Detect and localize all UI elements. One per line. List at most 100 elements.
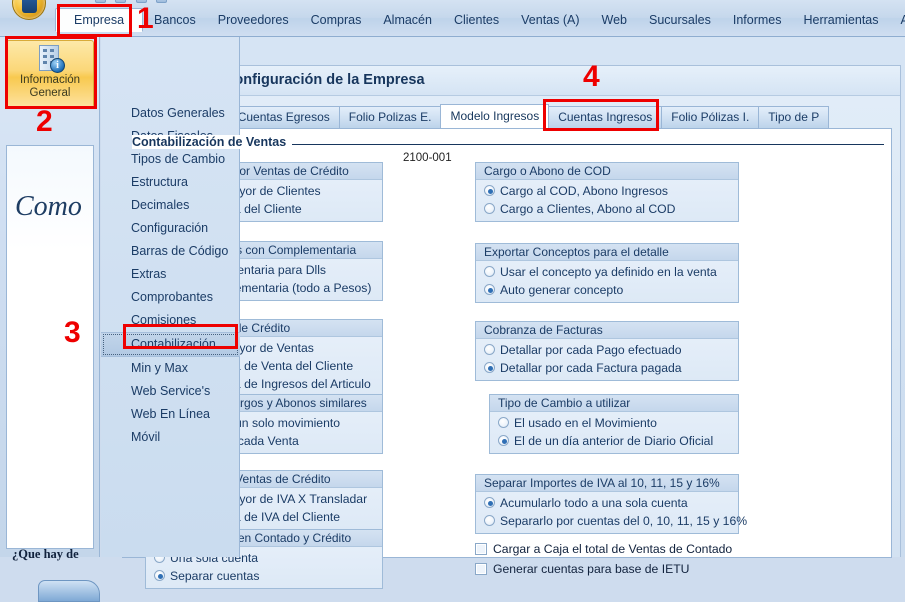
- sidebar-item-m-vil[interactable]: Móvil: [101, 426, 240, 449]
- group-body: Cargo al COD, Abono Ingresos Cargo a Clie…: [476, 180, 738, 221]
- qat-button-1[interactable]: [95, 0, 106, 3]
- sidebar-item-contabilizaci-n[interactable]: Contabilización: [101, 332, 240, 357]
- radio-option-label: Separarlo por cuentas del 0, 10, 11, 15 …: [500, 514, 748, 528]
- radio-option[interactable]: Separarlo por cuentas del 0, 10, 11, 15 …: [476, 512, 747, 530]
- sidebar-item-configuraci-n[interactable]: Configuración: [101, 217, 240, 240]
- group-title: Exportar Conceptos para el detalle: [476, 244, 738, 261]
- settings-nav-column: Datos GeneralesDatos FiscalesTipos de Ca…: [101, 37, 240, 557]
- sidebar-item-min-y-max[interactable]: Min y Max: [101, 357, 240, 380]
- radio-unselected-icon[interactable]: [484, 344, 495, 355]
- radio-option-label: Detallar por cada Pago efectuado: [500, 343, 682, 357]
- group-title: Separar Importes de IVA al 10, 11, 15 y …: [476, 475, 738, 492]
- checkbox-unchecked-icon[interactable]: [475, 563, 487, 575]
- group-title: Cobranza de Facturas: [476, 322, 738, 339]
- sidebar-item-decimales[interactable]: Decimales: [101, 194, 240, 217]
- menu-item-sucursales[interactable]: Sucursales: [638, 8, 722, 32]
- sidebar-item-extras[interactable]: Extras: [101, 263, 240, 286]
- radio-option[interactable]: Cargo al COD, Abono Ingresos: [476, 182, 738, 200]
- annotation-number-4: 4: [583, 60, 600, 93]
- radio-option-label: El de un día anterior de Diario Oficial: [514, 434, 714, 448]
- annotation-number-3: 3: [64, 316, 81, 349]
- radio-option[interactable]: Detallar por cada Factura pagada: [476, 359, 738, 377]
- group-exportar-conceptos-para-el-detalle: Exportar Conceptos para el detalle Usar e…: [475, 243, 739, 303]
- group-cobranza-de-facturas: Cobranza de Facturas Detallar por cada Pa…: [475, 321, 739, 381]
- radio-unselected-icon[interactable]: [484, 203, 495, 214]
- group-separar-importes-de-iva-al-10-11-15-y-16: Separar Importes de IVA al 10, 11, 15 y …: [475, 474, 747, 534]
- qat-button-2[interactable]: [115, 0, 127, 3]
- group-body: El usado en el Movimiento El de un día an…: [490, 412, 738, 453]
- radio-unselected-icon[interactable]: [484, 266, 495, 277]
- checkbox-option[interactable]: Cargar a Caja el total de Ventas de Cont…: [475, 539, 755, 559]
- checkbox-label: Generar cuentas para base de IETU: [493, 562, 690, 576]
- quick-access-toolbar[interactable]: [95, 0, 173, 6]
- group-title: Tipo de Cambio a utilizar: [490, 395, 738, 412]
- radio-option[interactable]: Cargo a Clientes, Abono al COD: [476, 200, 738, 218]
- checkbox-unchecked-icon[interactable]: [475, 543, 487, 555]
- office-orb-icon[interactable]: [12, 0, 46, 20]
- menu-item-compras[interactable]: Compras: [300, 8, 373, 32]
- radio-option[interactable]: Acumularlo todo a una sola cuenta: [476, 494, 738, 512]
- sidebar-item-datos-generales[interactable]: Datos Generales: [101, 102, 240, 125]
- sidebar-item-web-service-s[interactable]: Web Service's: [101, 380, 240, 403]
- tab-cuentas-ingresos[interactable]: Cuentas Ingresos: [548, 106, 663, 129]
- radio-selected-icon[interactable]: [498, 435, 509, 446]
- section-title: Contabilización de Ventas: [132, 135, 293, 149]
- radio-selected-icon[interactable]: [484, 284, 495, 295]
- radio-option-label: Usar el concepto ya definido en la venta: [500, 265, 717, 279]
- group-body: Usar el concepto ya definido en la venta…: [476, 261, 738, 302]
- annotation-number-1: 1: [137, 2, 154, 35]
- menu-item-herramientas[interactable]: Herramientas: [792, 8, 889, 32]
- sidebar-item-tipos-de-cambio[interactable]: Tipos de Cambio: [101, 148, 240, 171]
- group-cargo-o-abono-de-cod: Cargo o Abono de COD Cargo al COD, Abono …: [475, 162, 739, 222]
- tab-folio-p-lizas-i[interactable]: Folio Pólizas I.: [661, 106, 760, 129]
- radio-option[interactable]: El de un día anterior de Diario Oficial: [490, 432, 738, 450]
- radio-option-label: El usado en el Movimiento: [514, 416, 657, 430]
- sidebar-item-barras-de-c-digo[interactable]: Barras de Código: [101, 240, 240, 263]
- radio-option-label: Cargo al COD, Abono Ingresos: [500, 184, 669, 198]
- group-body: Detallar por cada Pago efectuado Detallar…: [476, 339, 738, 380]
- sidebar-item-web-en-l-nea[interactable]: Web En Línea: [101, 403, 240, 426]
- ribbon-bar: Empresa Bancos Proveedores Compras Almacén Cl…: [0, 0, 905, 37]
- informacion-general-button[interactable]: i Información General: [6, 40, 94, 108]
- qat-button-4[interactable]: [156, 0, 168, 3]
- radio-selected-icon[interactable]: [154, 570, 165, 581]
- radio-selected-icon[interactable]: [484, 185, 495, 196]
- radio-unselected-icon[interactable]: [498, 417, 509, 428]
- menu-item-proveedores[interactable]: Proveedores: [207, 8, 300, 32]
- radio-selected-icon[interactable]: [484, 497, 495, 508]
- checkbox-option[interactable]: Generar cuentas para base de IETU: [475, 559, 755, 579]
- radio-option-label: Detallar por cada Factura pagada: [500, 361, 682, 375]
- main-menu[interactable]: Empresa Bancos Proveedores Compras Almacén Cl…: [55, 8, 905, 36]
- radio-selected-icon[interactable]: [484, 362, 495, 373]
- tab-cuentas-egresos[interactable]: Cuentas Egresos: [227, 106, 340, 129]
- tips-panel-text: Como: [15, 191, 82, 222]
- tab-modelo-ingresos[interactable]: Modelo Ingresos: [440, 104, 550, 129]
- radio-option[interactable]: Detallar por cada Pago efectuado: [476, 341, 738, 359]
- settings-nav-list[interactable]: Datos GeneralesDatos FiscalesTipos de Ca…: [101, 102, 240, 449]
- tips-panel: Como: [6, 145, 94, 549]
- radio-option[interactable]: El usado en el Movimiento: [490, 414, 738, 432]
- menu-item-web[interactable]: Web: [591, 8, 638, 32]
- radio-option-label: Separar cuentas: [170, 569, 260, 583]
- bottom-blue-tab[interactable]: [38, 580, 100, 602]
- tab-tipo-de-p[interactable]: Tipo de P: [758, 106, 830, 129]
- menu-item-almac-n[interactable]: Almacén: [372, 8, 443, 32]
- informacion-general-label-line2: General: [29, 87, 71, 99]
- informacion-general-label-line1: Información: [19, 74, 81, 86]
- radio-option[interactable]: Auto generar concepto: [476, 281, 738, 299]
- tab-folio-polizas-e[interactable]: Folio Polizas E.: [338, 106, 442, 129]
- sidebar-item-comisiones[interactable]: Comisiones: [101, 309, 240, 332]
- whats-new-label: ¿Que hay de: [12, 547, 79, 561]
- menu-item-ventas-a[interactable]: Ventas (A): [510, 8, 590, 32]
- sidebar-item-comprobantes[interactable]: Comprobantes: [101, 286, 240, 309]
- radio-option-label: Acumularlo todo a una sola cuenta: [500, 496, 688, 510]
- radio-option[interactable]: Separar cuentas: [146, 567, 382, 585]
- menu-item-ayuda[interactable]: Ayuda: [890, 8, 905, 32]
- menu-item-informes[interactable]: Informes: [722, 8, 793, 32]
- group-tipo-de-cambio-a-utilizar: Tipo de Cambio a utilizar El usado en el …: [489, 394, 739, 454]
- menu-item-empresa[interactable]: Empresa: [55, 8, 144, 32]
- radio-unselected-icon[interactable]: [484, 515, 495, 526]
- radio-option[interactable]: Usar el concepto ya definido en la venta: [476, 263, 738, 281]
- menu-item-clientes[interactable]: Clientes: [443, 8, 510, 32]
- sidebar-item-estructura[interactable]: Estructura: [101, 171, 240, 194]
